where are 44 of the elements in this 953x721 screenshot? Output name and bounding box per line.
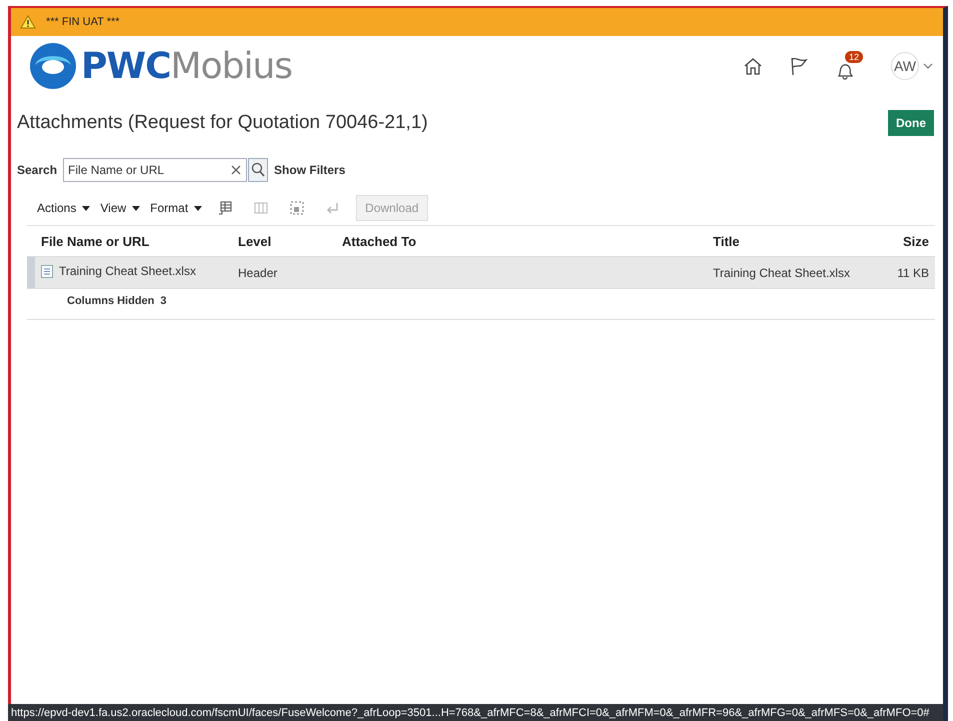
table-cell: Header [238, 266, 278, 280]
done-button[interactable]: Done [888, 110, 934, 136]
table-cell: 11 KB [897, 266, 929, 280]
wrap-icon [326, 201, 340, 215]
document-icon [41, 264, 53, 278]
close-icon [231, 165, 242, 175]
search-field[interactable]: File Name or URL [63, 158, 248, 182]
logo-icon [29, 42, 77, 90]
user-avatar: AW [891, 52, 919, 80]
columns-hidden-label: Columns Hidden [67, 295, 154, 307]
table-cell: Training Cheat Sheet.xlsx [59, 264, 196, 278]
page-title: Attachments (Request for Quotation 70046-21,1) [17, 112, 428, 134]
home-icon [743, 57, 763, 75]
toolbar-menu[interactable]: View [100, 201, 140, 215]
status-url: https://epvd-dev1.fa.us2.oraclecloud.com/fscmUI/faces/FuseWelcome?_afrLoop=3501...H=768&_afrMFC=8&_afrMFCI=0&_afrMFM=0&_afrMFR=96&_afrMFG=0&_afrMFS=0&_afrMFO=0# [10, 706, 930, 718]
column-header[interactable]: Level [232, 226, 336, 256]
flag-icon [789, 56, 809, 76]
banner-text: *** FIN UAT *** [46, 16, 120, 28]
dropdown-arrow-icon [132, 206, 140, 210]
logo-text: PWCMobius [81, 46, 292, 86]
toolbar-menu[interactable]: Format [150, 201, 202, 215]
column-header[interactable]: Title [707, 226, 879, 256]
detach-icon [290, 201, 304, 215]
show-filters-link[interactable]: Show Filters [274, 163, 346, 177]
column-header[interactable]: Attached To [336, 226, 707, 256]
columns-icon [254, 201, 268, 215]
search-icon [251, 162, 266, 178]
dropdown-arrow-icon [82, 206, 90, 210]
column-header[interactable]: Size [879, 226, 935, 256]
table-cell: Training Cheat Sheet.xlsx [713, 266, 850, 280]
user-menu-button[interactable]: AW [891, 52, 933, 80]
clear-button[interactable] [229, 163, 244, 177]
table-export-icon [218, 201, 232, 215]
search-label: Search [17, 163, 58, 177]
table-row[interactable]: Training Cheat Sheet.xlsx Header Training Cheat Sheet.xlsx 11 KB [27, 256, 935, 288]
warning-icon [20, 15, 36, 29]
dropdown-arrow-icon [194, 206, 202, 210]
notification-count: 12 [845, 50, 864, 62]
toolbar-menu[interactable]: Actions [37, 201, 90, 215]
chevron-down-icon [923, 63, 933, 69]
notifications-button[interactable]: 12 [833, 50, 869, 82]
search-button[interactable] [248, 158, 268, 182]
columns-hidden-count: 3 [160, 295, 167, 307]
column-header[interactable]: File Name or URL [35, 226, 232, 256]
